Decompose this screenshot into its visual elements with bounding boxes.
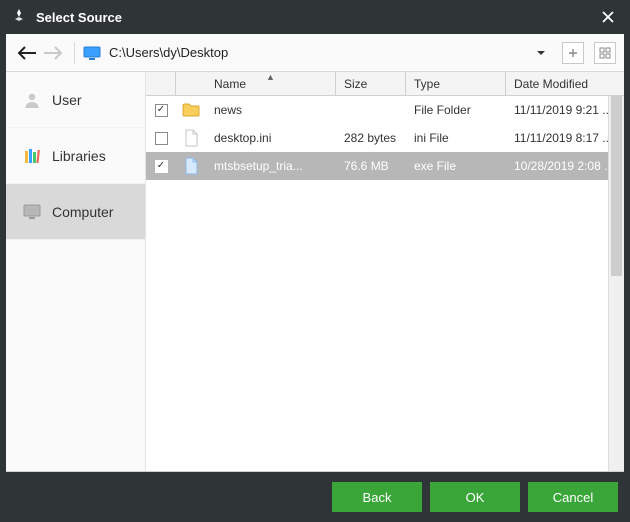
sidebar-item-user[interactable]: User	[6, 72, 145, 128]
file-type: ini File	[406, 131, 506, 145]
view-toggle-button[interactable]	[594, 42, 616, 64]
monitor-icon	[83, 46, 101, 60]
titlebar: Select Source	[0, 0, 630, 34]
column-icon	[176, 72, 206, 95]
path-dropdown[interactable]	[530, 42, 552, 64]
checkbox[interactable]: ✓	[155, 104, 168, 117]
file-name: desktop.ini	[206, 131, 336, 145]
cancel-button[interactable]: Cancel	[528, 482, 618, 512]
file-date: 10/28/2019 2:08 ...	[506, 159, 624, 173]
table-row[interactable]: ✓ mtsbsetup_tria...76.6 MBexe File10/28/2…	[146, 152, 624, 180]
table-row[interactable]: desktop.ini282 bytesini File11/11/2019 8…	[146, 124, 624, 152]
checkbox[interactable]: ✓	[155, 160, 168, 173]
sidebar-item-label: Computer	[52, 204, 113, 220]
checkbox[interactable]	[155, 132, 168, 145]
sidebar-item-label: User	[52, 92, 82, 108]
sidebar-item-label: Libraries	[52, 148, 106, 164]
ok-button[interactable]: OK	[430, 482, 520, 512]
separator	[74, 42, 75, 64]
libraries-icon	[22, 146, 42, 166]
toolbar: C:\Users\dy\Desktop	[6, 34, 624, 72]
scrollbar-vertical[interactable]	[608, 96, 624, 471]
file-icon	[176, 157, 206, 175]
column-headers: ▲ Name Size Type Date Modified	[146, 72, 624, 96]
column-size[interactable]: Size	[336, 72, 406, 95]
file-type: File Folder	[406, 103, 506, 117]
footer: Back OK Cancel	[0, 472, 630, 522]
table-row[interactable]: ✓ news File Folder11/11/2019 9:21 ...	[146, 96, 624, 124]
file-icon	[176, 129, 206, 147]
sidebar-item-libraries[interactable]: Libraries	[6, 128, 145, 184]
sidebar-item-computer[interactable]: Computer	[6, 184, 145, 240]
folder-icon	[176, 103, 206, 117]
scrollbar-thumb[interactable]	[611, 96, 622, 276]
nav-back-button[interactable]	[14, 40, 40, 66]
new-folder-button[interactable]	[562, 42, 584, 64]
file-name: news	[206, 103, 336, 117]
close-button[interactable]	[592, 1, 624, 33]
column-name[interactable]: ▲ Name	[206, 72, 336, 95]
nav-forward-button[interactable]	[40, 40, 66, 66]
file-type: exe File	[406, 159, 506, 173]
sidebar: User Libraries Computer	[6, 72, 146, 471]
sort-asc-icon: ▲	[266, 72, 275, 82]
computer-icon	[22, 202, 42, 222]
column-check[interactable]	[146, 72, 176, 95]
file-pane: ▲ Name Size Type Date Modified ✓ news File…	[146, 72, 624, 471]
file-size: 282 bytes	[336, 131, 406, 145]
user-icon	[22, 90, 42, 110]
window-title: Select Source	[36, 10, 592, 25]
file-size: 76.6 MB	[336, 159, 406, 173]
file-name: mtsbsetup_tria...	[206, 159, 336, 173]
back-button[interactable]: Back	[332, 482, 422, 512]
column-date[interactable]: Date Modified	[506, 72, 624, 95]
column-type[interactable]: Type	[406, 72, 506, 95]
file-rows: ✓ news File Folder11/11/2019 9:21 ... deskt…	[146, 96, 624, 471]
file-date: 11/11/2019 9:21 ...	[506, 103, 624, 117]
file-date: 11/11/2019 8:17 ...	[506, 131, 624, 145]
app-icon	[10, 8, 28, 26]
path-display[interactable]: C:\Users\dy\Desktop	[109, 45, 530, 60]
